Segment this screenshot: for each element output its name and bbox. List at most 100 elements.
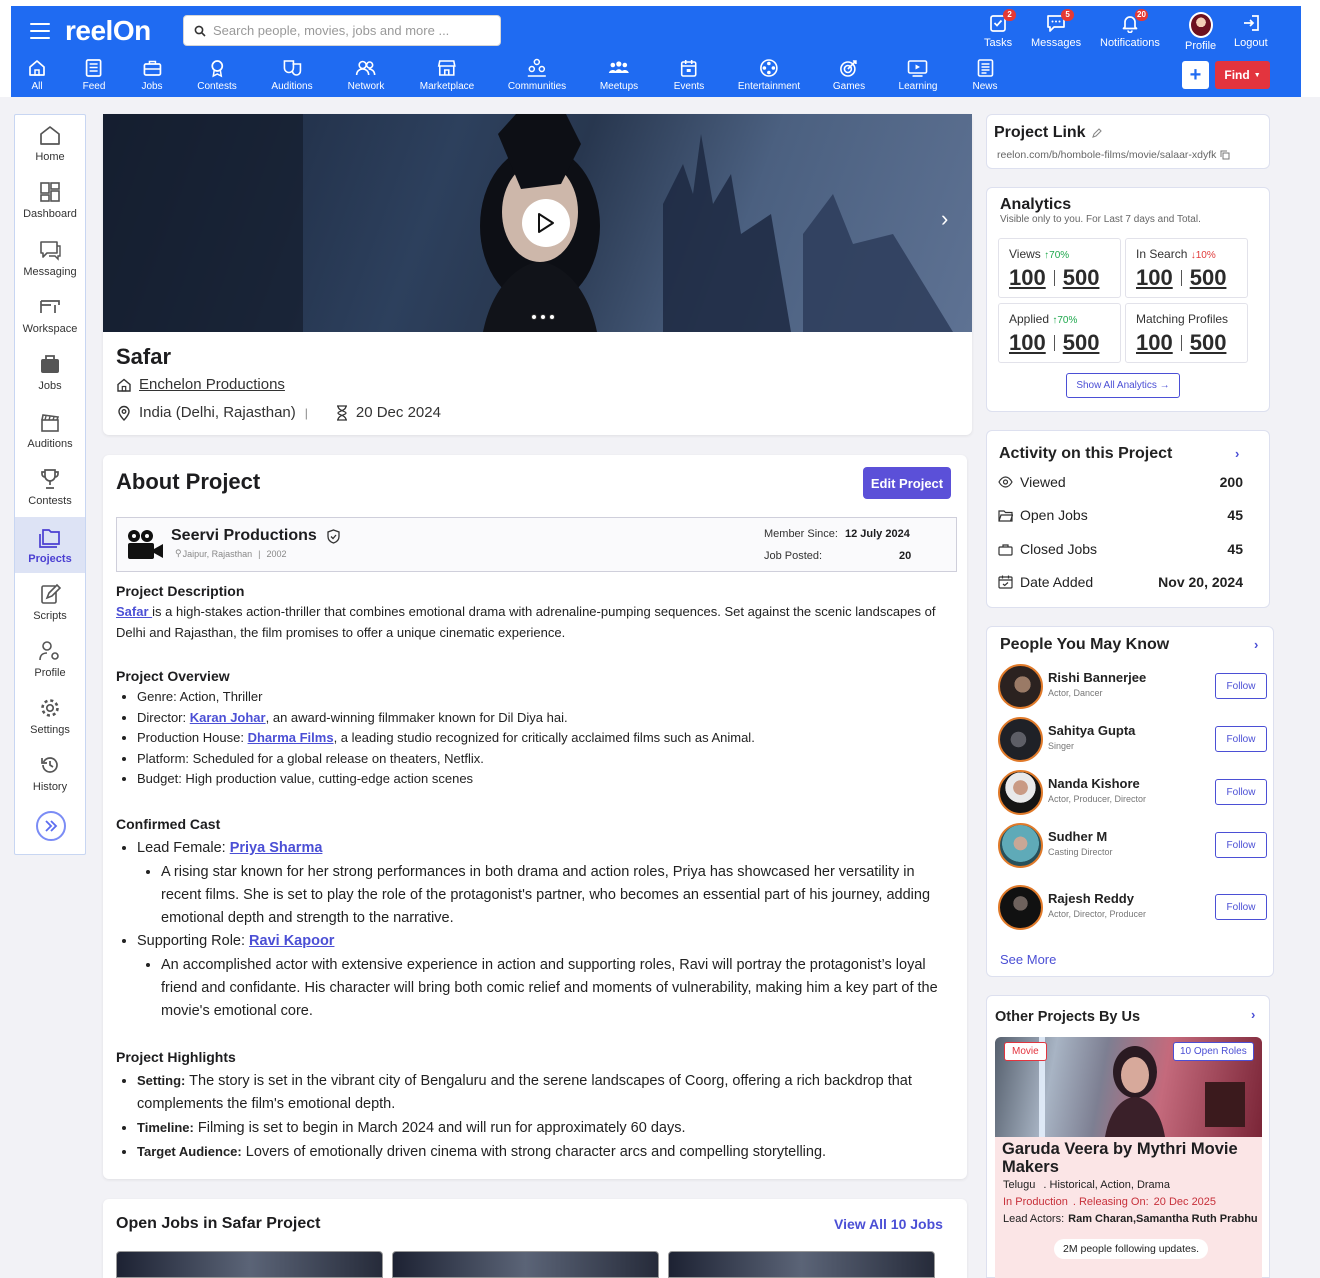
- director-link[interactable]: Karan Johar: [190, 710, 266, 725]
- pencil-icon[interactable]: [1091, 128, 1102, 138]
- messages-label: Messages: [1031, 37, 1082, 49]
- project-link-url[interactable]: reelon.com/b/hombole-films/movie/salaar-…: [997, 149, 1216, 161]
- sidebar-item-dashboard[interactable]: Dashboard: [15, 172, 85, 228]
- sidebar-item-auditions[interactable]: Auditions: [15, 402, 85, 458]
- search-bar[interactable]: [183, 15, 501, 46]
- menu-icon[interactable]: [30, 23, 50, 39]
- folders-icon: [39, 528, 60, 548]
- nav-entertainment[interactable]: Entertainment: [738, 58, 800, 92]
- nav-network[interactable]: Network: [348, 58, 384, 92]
- producer-name[interactable]: Seervi Productions: [171, 527, 317, 545]
- person-name[interactable]: Nanda Kishore: [1048, 776, 1140, 791]
- stat-total[interactable]: 500: [1190, 265, 1227, 291]
- chevron-right-icon[interactable]: ›: [1254, 637, 1258, 652]
- chevron-right-icon[interactable]: ›: [1251, 1007, 1255, 1022]
- carousel-next-icon[interactable]: ›: [941, 206, 948, 232]
- project-media-carousel[interactable]: ›: [103, 114, 972, 332]
- stat-week[interactable]: 100: [1009, 265, 1046, 291]
- nav-label: Meetups: [599, 81, 639, 92]
- avatar[interactable]: [998, 717, 1043, 762]
- sidebar-item-contests[interactable]: Contests: [15, 459, 85, 515]
- production-house-link[interactable]: Dharma Films: [248, 730, 334, 745]
- folder-open-icon: [998, 509, 1013, 522]
- sidebar-item-jobs[interactable]: Jobs: [15, 344, 85, 400]
- app-logo[interactable]: reelOn: [65, 15, 151, 47]
- edit-document-icon: [41, 583, 61, 604]
- avatar[interactable]: [998, 885, 1043, 930]
- sidebar-item-settings[interactable]: Settings: [15, 688, 85, 744]
- stat-total[interactable]: 500: [1063, 265, 1100, 291]
- job-card-thumbnail[interactable]: [116, 1251, 383, 1278]
- nav-learning[interactable]: Learning: [899, 58, 937, 92]
- other-project-title[interactable]: Garuda Veera by Mythri Movie Makers: [1002, 1140, 1260, 1176]
- person-name[interactable]: Sudher M: [1048, 829, 1107, 844]
- sidebar-item-home[interactable]: Home: [15, 115, 85, 171]
- closed-briefcase-icon: [998, 543, 1013, 556]
- stat-total[interactable]: 500: [1063, 330, 1100, 356]
- notifications-button[interactable]: 20 Notifications: [1100, 9, 1160, 49]
- other-project-item[interactable]: Movie 10 Open Roles Garuda Veera by Myth…: [995, 1037, 1262, 1278]
- open-roles-tag[interactable]: 10 Open Roles: [1173, 1042, 1254, 1061]
- add-button[interactable]: +: [1182, 61, 1209, 89]
- avatar[interactable]: [998, 770, 1043, 815]
- cast-name-link[interactable]: Priya Sharma: [230, 840, 323, 856]
- chevron-right-icon[interactable]: ›: [1235, 446, 1239, 461]
- sidebar-item-messaging[interactable]: Messaging: [15, 230, 85, 286]
- profile-button[interactable]: Profile: [1185, 12, 1216, 52]
- nav-all[interactable]: All: [27, 58, 47, 92]
- person-name[interactable]: Sahitya Gupta: [1048, 723, 1135, 738]
- stat-week[interactable]: 100: [1136, 265, 1173, 291]
- nav-meetups[interactable]: Meetups: [600, 58, 638, 92]
- edit-project-button[interactable]: Edit Project: [863, 467, 951, 499]
- play-button[interactable]: [522, 199, 570, 247]
- avatar[interactable]: [998, 664, 1043, 709]
- person-role: Casting Director: [1048, 847, 1113, 857]
- sidebar-item-projects[interactable]: Projects: [15, 517, 85, 573]
- stat-week[interactable]: 100: [1009, 330, 1046, 356]
- search-input[interactable]: [213, 23, 483, 38]
- nav-communities[interactable]: Communities: [508, 58, 566, 92]
- sidebar-item-history[interactable]: History: [15, 745, 85, 801]
- person-name[interactable]: Rishi Bannerjee: [1048, 670, 1146, 685]
- person-name[interactable]: Rajesh Reddy: [1048, 891, 1134, 906]
- view-all-jobs-link[interactable]: View All 10 Jobs: [834, 1216, 943, 1232]
- project-title-link[interactable]: Safar: [116, 604, 152, 619]
- follow-button[interactable]: Follow: [1215, 673, 1267, 699]
- sidebar-item-profile[interactable]: Profile: [15, 631, 85, 687]
- show-all-analytics-button[interactable]: Show All Analytics →: [1066, 373, 1180, 398]
- follow-button[interactable]: Follow: [1215, 894, 1267, 920]
- follow-button[interactable]: Follow: [1215, 779, 1267, 805]
- nav-auditions[interactable]: Auditions: [271, 58, 313, 92]
- followers-pill: 2M people following updates.: [1054, 1239, 1209, 1259]
- project-company-link[interactable]: Enchelon Productions: [139, 376, 285, 393]
- nav-jobs[interactable]: Jobs: [141, 58, 163, 92]
- person-row: Nanda Kishore Actor, Producer, Director Fo…: [998, 770, 1268, 816]
- stat-total[interactable]: 500: [1190, 330, 1227, 356]
- nav-marketplace[interactable]: Marketplace: [420, 58, 474, 92]
- find-button[interactable]: Find ▼: [1215, 61, 1270, 89]
- see-more-link[interactable]: See More: [1000, 952, 1056, 967]
- stat-week[interactable]: 100: [1136, 330, 1173, 356]
- messages-button[interactable]: 5 Messages: [1031, 9, 1082, 49]
- copy-icon[interactable]: [1220, 150, 1230, 160]
- follow-button[interactable]: Follow: [1215, 832, 1267, 858]
- cast-name-link[interactable]: Ravi Kapoor: [249, 933, 334, 949]
- avatar[interactable]: [998, 823, 1043, 868]
- nav-feed[interactable]: Feed: [83, 58, 105, 92]
- nav-news[interactable]: News: [972, 58, 998, 92]
- person-row: Sahitya Gupta Singer Follow: [998, 717, 1268, 763]
- nav-events[interactable]: Events: [674, 58, 704, 92]
- news-icon: [977, 59, 993, 77]
- verified-shield-icon: [327, 528, 340, 544]
- follow-button[interactable]: Follow: [1215, 726, 1267, 752]
- sidebar-item-workspace[interactable]: Workspace: [15, 287, 85, 343]
- nav-games[interactable]: Games: [833, 58, 865, 92]
- producer-year: 2002: [266, 548, 287, 559]
- logout-button[interactable]: Logout: [1234, 12, 1268, 49]
- nav-contests[interactable]: Contests: [197, 58, 237, 92]
- expand-sidebar-button[interactable]: [36, 811, 66, 841]
- job-card-thumbnail[interactable]: [392, 1251, 659, 1278]
- job-card-thumbnail[interactable]: [668, 1251, 935, 1278]
- tasks-button[interactable]: 2 Tasks: [984, 9, 1017, 49]
- sidebar-item-scripts[interactable]: Scripts: [15, 574, 85, 630]
